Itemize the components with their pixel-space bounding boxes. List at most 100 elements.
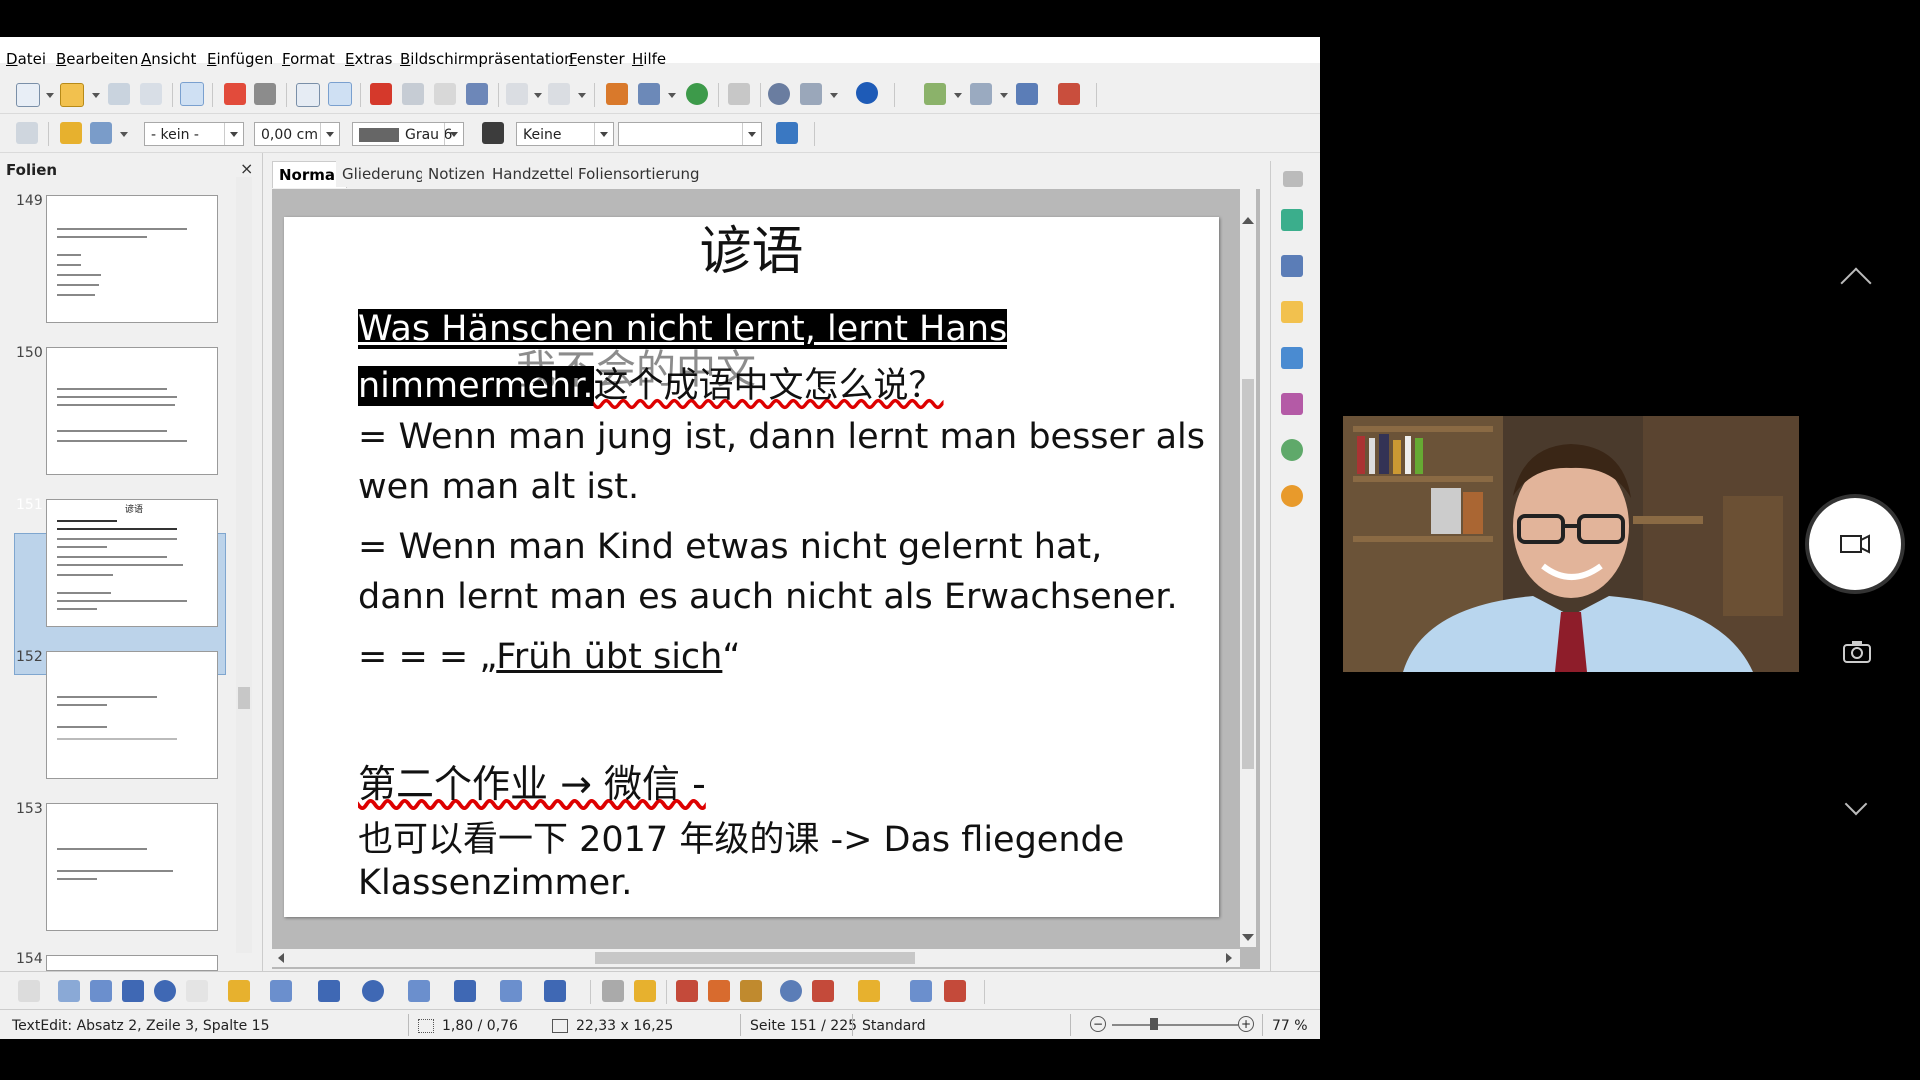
menu-format[interactable]: Format [282,50,335,68]
scrollbar-thumb[interactable] [595,952,915,964]
block-arrows-icon[interactable] [408,980,430,1002]
slide-edit-area[interactable]: 谚语 Was Hänschen nicht lernt, lernt Hans … [272,189,1260,969]
slide-text-line[interactable]: 第二个作业 → 微信 - [358,753,706,808]
slide-text-line[interactable]: 也可以看一下 2017 年级的课 -> Das fliegende [358,811,1124,862]
align-icon[interactable] [812,980,834,1002]
slide-thumbnail[interactable] [46,955,218,971]
insert-table-icon[interactable] [638,83,660,105]
slide-thumbnail[interactable] [46,651,218,779]
tab-handzettel[interactable]: Handzettel [486,161,580,187]
connector-tool-icon[interactable] [270,980,292,1002]
new-dropdown-icon[interactable] [46,93,54,98]
menu-fenster[interactable]: Fenster [569,50,625,68]
slide-pane-scrollbar[interactable] [236,177,252,953]
points-icon[interactable] [602,980,624,1002]
email-icon[interactable] [140,83,162,105]
line-ends-icon[interactable] [90,122,112,144]
slide-text-line[interactable]: = Wenn man Kind etwas nicht gelernt hat, [358,527,1102,567]
presentation-icon[interactable] [1058,83,1080,105]
tab-notizen[interactable]: Notizen [422,161,492,187]
master-slides-icon[interactable] [1281,255,1303,277]
slide-thumbnail[interactable] [46,347,218,475]
line-properties-icon[interactable] [16,122,38,144]
stars-icon[interactable] [544,980,566,1002]
slide-text-line[interactable]: = = = „Früh übt sich“ [358,637,741,677]
area-value-select[interactable] [618,122,762,146]
zoom-slider-handle[interactable] [1150,1018,1158,1030]
hyperlink-icon[interactable] [686,83,708,105]
custom-animation-icon[interactable] [1281,301,1303,323]
edit-vertical-scrollbar[interactable] [1240,189,1256,947]
copy-icon[interactable] [402,83,424,105]
open-folder-icon[interactable] [60,83,84,107]
image-insert-icon[interactable] [676,980,698,1002]
fontwork-icon[interactable] [708,980,730,1002]
grid-icon[interactable] [728,83,750,105]
redo-icon[interactable] [548,83,570,105]
ellipse-tool-icon[interactable] [154,980,176,1002]
gallery-icon[interactable] [1281,439,1303,461]
menu-bearbeiten[interactable]: Bearbeiten [56,50,138,68]
save-icon[interactable] [108,83,130,105]
zoom-slider-track[interactable] [1112,1024,1238,1026]
print-icon[interactable] [254,83,276,105]
scrollbar-thumb[interactable] [1242,379,1254,769]
paste-icon[interactable] [434,83,456,105]
scroll-down-icon[interactable] [1242,934,1254,941]
area-style-select[interactable]: Keine [516,122,614,146]
chevron-down-icon[interactable] [444,123,463,145]
curve-tool-icon[interactable] [228,980,250,1002]
help-icon[interactable] [856,82,878,104]
tab-gliederung[interactable]: Gliederung [336,161,431,187]
slide-thumbnail[interactable] [46,803,218,931]
undo-icon[interactable] [506,83,528,105]
text-tool-icon[interactable] [186,980,208,1002]
export-pdf-icon[interactable] [224,83,246,105]
spellcheck-icon[interactable] [296,83,320,107]
zoom-in-icon[interactable]: + [1238,1016,1254,1032]
undo-dropdown-icon[interactable] [534,93,542,98]
glue-points-icon[interactable] [634,980,656,1002]
symbol-shapes-icon[interactable] [362,980,384,1002]
shadow-icon[interactable] [776,122,798,144]
area-fill-icon[interactable] [482,122,504,144]
chevron-down-icon[interactable] [594,123,613,145]
slide-layout-icon[interactable] [924,83,946,105]
insert-chart-icon[interactable] [606,83,628,105]
edit-horizontal-scrollbar[interactable] [272,949,1240,967]
properties-icon[interactable] [1281,209,1303,231]
sidebar-menu-icon[interactable] [1283,171,1303,187]
camera-photo-button[interactable] [1842,640,1872,668]
navigator-sidebar-icon[interactable] [1281,485,1303,507]
flowchart-icon[interactable] [454,980,476,1002]
menu-ansicht[interactable]: Ansicht [141,50,196,68]
slide[interactable]: 谚语 Was Hänschen nicht lernt, lernt Hans … [284,217,1219,917]
scroll-left-icon[interactable] [278,953,284,963]
styles-icon[interactable] [1281,393,1303,415]
rectangle-tool-icon[interactable] [122,980,144,1002]
arrow-tool-icon[interactable] [90,980,112,1002]
slide-icon[interactable] [970,83,992,105]
rotate-icon[interactable] [780,980,802,1002]
slide-text-line[interactable]: wen man alt ist. [358,467,639,507]
zoom-icon[interactable] [800,83,822,105]
scrollbar-thumb[interactable] [238,687,250,709]
line-width-stepper[interactable]: 0,00 cm [254,122,340,146]
arrange-icon[interactable] [858,980,880,1002]
clone-formatting-icon[interactable] [466,83,488,105]
slide-title[interactable]: 谚语 [284,217,1219,284]
slide-transition-icon[interactable] [1281,347,1303,369]
shadow-tool-icon[interactable] [910,980,932,1002]
zoom-dropdown-icon[interactable] [830,93,838,98]
line-color-select[interactable]: Grau 6 [352,122,464,146]
slide-text-line[interactable]: dann lernt man es auch nicht als Erwachs… [358,577,1178,617]
select-arrow-icon[interactable] [18,980,40,1002]
menu-hilfe[interactable]: Hilfe [632,50,666,68]
slide-thumbnail[interactable] [46,195,218,323]
menu-datei[interactable]: Datei [6,50,46,68]
zoom-out-icon[interactable]: − [1090,1016,1106,1032]
record-video-button[interactable] [1809,498,1901,590]
line-ends-dropdown-icon[interactable] [120,132,128,137]
basic-shapes-icon[interactable] [318,980,340,1002]
callouts-icon[interactable] [500,980,522,1002]
